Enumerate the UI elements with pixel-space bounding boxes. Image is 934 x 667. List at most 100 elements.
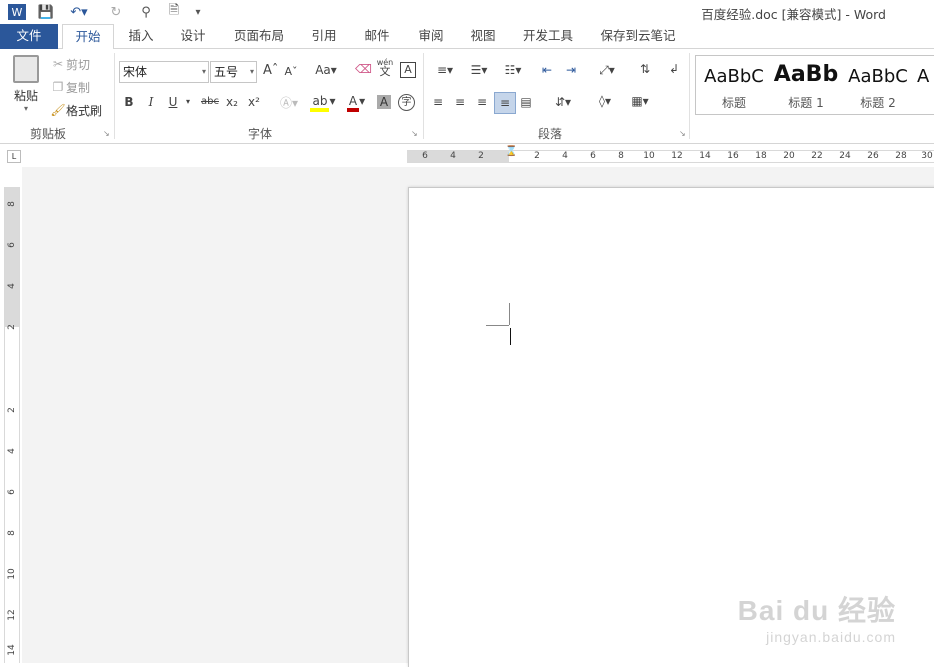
- subscript-icon[interactable]: x₂: [224, 95, 240, 109]
- bullets-button[interactable]: ≡▾: [430, 63, 460, 77]
- change-case-label: Aa: [315, 63, 331, 77]
- align-left-icon[interactable]: ≡: [430, 95, 446, 109]
- crop-mark: [509, 303, 510, 325]
- cut-button[interactable]: ✂ 剪切: [50, 56, 90, 72]
- ruler-tick: 4: [7, 448, 17, 454]
- horizontal-ruler[interactable]: 6 4 2 ⌛ 2 4 6 8 10 12 14 16 18 20 22 24 …: [407, 146, 934, 163]
- highlight-color-button[interactable]: ab ▾: [308, 94, 338, 112]
- document-page[interactable]: Bai du 经验 jingyan.baidu.com: [408, 187, 934, 667]
- crop-mark: [486, 325, 509, 326]
- font-name-value: 宋体: [123, 65, 148, 79]
- ruler-tick: 14: [7, 644, 17, 656]
- copy-label: 复制: [66, 80, 91, 95]
- italic-button[interactable]: I: [144, 95, 158, 109]
- tab-file[interactable]: 文件: [0, 24, 58, 49]
- title-bar: W 💾 ↶▾ ↻ ⚲ 🗎 ▾ 百度经验.doc [兼容模式] - Word: [0, 0, 934, 24]
- ruler-tick: 10: [7, 568, 17, 580]
- distributed-icon[interactable]: ▤: [518, 95, 534, 109]
- vertical-ruler[interactable]: 8 6 4 2 2 4 6 8 10 12 14: [4, 187, 20, 663]
- align-right-icon[interactable]: ≡: [474, 95, 490, 109]
- tab-view[interactable]: 视图: [460, 24, 506, 49]
- underline-button[interactable]: U: [166, 95, 180, 109]
- chevron-down-icon: ▾: [201, 67, 206, 76]
- paragraph-group-label: 段落: [538, 127, 563, 141]
- copy-icon: ❐: [52, 80, 64, 94]
- ruler-tick: 4: [7, 283, 17, 289]
- format-painter-button[interactable]: 🖌 格式刷: [50, 102, 102, 118]
- clipboard-launcher-icon[interactable]: ↘: [103, 129, 110, 138]
- ruler-tick: 2: [534, 151, 540, 161]
- decrease-indent-icon[interactable]: ⇤: [538, 63, 556, 77]
- increase-indent-icon[interactable]: ⇥: [562, 63, 580, 77]
- clipboard-icon: [13, 55, 39, 83]
- style-title[interactable]: AaBbC 标题: [698, 56, 770, 114]
- ruler-tick: 4: [450, 151, 456, 161]
- font-launcher-icon[interactable]: ↘: [411, 129, 418, 138]
- style-name: 标题: [721, 96, 746, 110]
- phonetic-guide-button[interactable]: wén 文: [376, 58, 394, 77]
- font-group-label: 字体: [248, 127, 273, 141]
- ruler-tick: 30: [921, 151, 933, 161]
- copy-button[interactable]: ❐ 复制: [50, 79, 90, 95]
- align-center-icon[interactable]: ≡: [452, 95, 468, 109]
- phonetic-bottom: 文: [379, 65, 391, 78]
- superscript-icon[interactable]: x²: [246, 95, 262, 109]
- watermark: Bai du 经验 jingyan.baidu.com: [738, 589, 896, 645]
- style-heading-1[interactable]: AaBb 标题 1: [770, 56, 842, 114]
- character-border-icon[interactable]: A: [400, 62, 416, 78]
- style-preview: AaBbC: [848, 66, 908, 87]
- tab-design[interactable]: 设计: [170, 24, 216, 49]
- ruler-tick: 8: [7, 530, 17, 536]
- clear-formatting-icon[interactable]: ⌫: [355, 62, 372, 76]
- enclose-characters-icon[interactable]: 字: [398, 94, 415, 111]
- shading-button[interactable]: ◊▾: [590, 94, 620, 108]
- ribbon: 粘贴 ▾ ✂ 剪切 ❐ 复制 🖌 格式刷 剪贴板 ↘ 宋体 ▾ 五号 ▾ Aˆ …: [0, 49, 934, 144]
- scissors-icon: ✂: [52, 57, 64, 71]
- change-case-button[interactable]: Aa▾: [311, 63, 341, 77]
- ruler-tick: 10: [643, 151, 655, 161]
- multilevel-list-button[interactable]: ☷▾: [498, 63, 528, 77]
- tab-references[interactable]: 引用: [302, 24, 346, 49]
- highlighter-icon: ab: [310, 94, 330, 112]
- tab-mailings[interactable]: 邮件: [354, 24, 400, 49]
- chevron-down-icon: ▾: [249, 67, 254, 76]
- tab-save-to-cloud[interactable]: 保存到云笔记: [592, 24, 684, 49]
- indent-marker-icon[interactable]: ⌛: [505, 146, 517, 157]
- tab-home[interactable]: 开始: [62, 24, 114, 50]
- justify-icon[interactable]: ≡: [494, 92, 516, 114]
- tab-review[interactable]: 审阅: [408, 24, 454, 49]
- numbering-button[interactable]: ☰▾: [464, 63, 494, 77]
- bold-button[interactable]: B: [122, 95, 136, 109]
- font-color-button[interactable]: A ▾: [342, 94, 370, 112]
- paste-button[interactable]: 粘贴 ▾: [8, 55, 44, 117]
- sort-icon[interactable]: ⇅: [636, 62, 654, 76]
- grow-font-icon[interactable]: Aˆ: [263, 63, 278, 78]
- line-spacing-button[interactable]: ⇵▾: [548, 95, 578, 109]
- show-marks-icon[interactable]: ↲: [666, 62, 682, 76]
- style-preview: AaBbC: [704, 66, 764, 87]
- strikethrough-button[interactable]: abc: [199, 96, 221, 107]
- tab-developer[interactable]: 开发工具: [514, 24, 582, 49]
- font-size-select[interactable]: 五号 ▾: [210, 61, 257, 83]
- ruler-tick: 6: [7, 489, 17, 495]
- style-heading-2[interactable]: AaBbC 标题 2: [842, 56, 914, 114]
- font-name-select[interactable]: 宋体 ▾: [119, 61, 209, 83]
- tab-selector[interactable]: L: [7, 150, 21, 163]
- ruler-tick: 8: [7, 201, 17, 207]
- asian-layout-button[interactable]: ⤢▾: [592, 63, 622, 78]
- chevron-down-icon[interactable]: ▾: [183, 97, 193, 106]
- format-painter-label: 格式刷: [66, 103, 103, 118]
- style-more[interactable]: A: [914, 56, 934, 114]
- font-size-value: 五号: [214, 65, 239, 79]
- tab-insert[interactable]: 插入: [118, 24, 164, 49]
- shrink-font-icon[interactable]: Aˇ: [284, 65, 298, 78]
- tab-page-layout[interactable]: 页面布局: [224, 24, 294, 49]
- document-workspace: L 6 4 2 ⌛ 2 4 6 8 10 12 14 16 18 20 22 2…: [0, 145, 934, 667]
- ribbon-tabs: 文件 开始 插入 设计 页面布局 引用 邮件 审阅 视图 开发工具 保存到云笔记: [0, 24, 934, 50]
- borders-button[interactable]: ▦▾: [625, 94, 655, 108]
- ruler-tick: 28: [895, 151, 907, 161]
- text-effects-icon[interactable]: Ⓐ▾: [276, 94, 302, 111]
- character-shading-icon[interactable]: A: [377, 95, 391, 109]
- ruler-tick: 6: [422, 151, 428, 161]
- paragraph-launcher-icon[interactable]: ↘: [679, 129, 686, 138]
